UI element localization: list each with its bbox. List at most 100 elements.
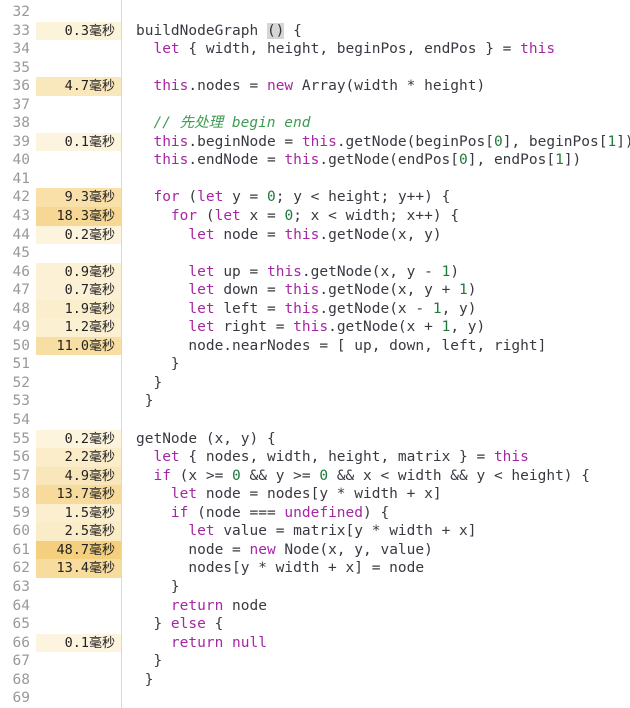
- code-line[interactable]: let value = matrix[y * width + x]: [136, 522, 630, 541]
- code-line[interactable]: [136, 244, 630, 263]
- line-number: 63: [12, 578, 30, 595]
- code-token-kw: let: [153, 449, 180, 466]
- code-line[interactable]: if (node === undefined) {: [136, 504, 630, 523]
- code-line[interactable]: let up = this.getNode(x, y - 1): [136, 263, 630, 282]
- code-line[interactable]: node.nearNodes = [ up, down, left, right…: [136, 337, 630, 356]
- code-line[interactable]: }: [136, 355, 630, 374]
- code-line[interactable]: getNode (x, y) {: [136, 430, 630, 449]
- line-number: 47: [12, 282, 30, 299]
- code-token-kw: new: [249, 541, 276, 558]
- code-line[interactable]: node = new Node(x, y, value): [136, 541, 630, 560]
- line-number: 45: [12, 245, 30, 262]
- code-line[interactable]: [136, 3, 630, 22]
- code-token-kw: this: [284, 226, 320, 243]
- timing-value: 13.4: [56, 560, 89, 577]
- line-timing: 0.2毫秒: [36, 429, 121, 449]
- line-number: 40: [12, 152, 30, 169]
- line-number: 58: [12, 486, 30, 503]
- code-line[interactable]: return node: [136, 597, 630, 616]
- code-token-kw: this: [284, 300, 320, 317]
- code-line[interactable]: let { width, height, beginPos, endPos } …: [136, 40, 630, 59]
- code-token-plain: node = nodes[y * width + x]: [197, 486, 442, 503]
- code-line[interactable]: let { nodes, width, height, matrix } = t…: [136, 448, 630, 467]
- code-token-kw: this: [520, 41, 556, 58]
- code-token-plain: ) {: [363, 504, 390, 521]
- code-token-plain: }: [136, 356, 180, 373]
- code-token-plain: {: [284, 22, 302, 39]
- code-token-plain: .nodes =: [188, 78, 267, 95]
- line-number: 50: [12, 337, 30, 354]
- gutter-row: 60 2.5毫秒: [0, 522, 121, 541]
- code-pane[interactable]: buildNodeGraph () { let { width, height,…: [122, 0, 630, 708]
- code-line[interactable]: }: [136, 374, 630, 393]
- code-line[interactable]: let node = this.getNode(x, y): [136, 226, 630, 245]
- line-timing: 1.5毫秒: [36, 503, 121, 523]
- code-line[interactable]: [136, 411, 630, 430]
- code-line[interactable]: let left = this.getNode(x - 1, y): [136, 300, 630, 319]
- code-token-kw: let: [188, 300, 215, 317]
- gutter-row: 65: [0, 615, 121, 634]
- code-token-plain: nodes[y * width + x] = node: [136, 560, 425, 577]
- gutter-row: 49 1.2毫秒: [0, 318, 121, 337]
- gutter-row: 35: [0, 59, 121, 78]
- code-line[interactable]: buildNodeGraph () {: [136, 22, 630, 41]
- code-line[interactable]: // 先处理 begin end: [136, 114, 630, 133]
- code-token-plain: }: [136, 578, 180, 595]
- code-line[interactable]: for (let y = 0; y < height; y++) {: [136, 188, 630, 207]
- code-line[interactable]: let node = nodes[y * width + x]: [136, 485, 630, 504]
- gutter-row: 67: [0, 652, 121, 671]
- code-token-plain: { width, height, beginPos, endPos } =: [179, 41, 521, 58]
- code-line[interactable]: return null: [136, 634, 630, 653]
- code-token-num: 0: [232, 467, 241, 484]
- line-timing: [36, 96, 121, 115]
- code-line[interactable]: for (let x = 0; x < width; x++) {: [136, 207, 630, 226]
- code-line[interactable]: let right = this.getNode(x + 1, y): [136, 318, 630, 337]
- code-line[interactable]: [136, 96, 630, 115]
- code-line[interactable]: }: [136, 392, 630, 411]
- code-token-plain: , y): [441, 300, 477, 317]
- line-timing: 0.1毫秒: [36, 633, 121, 653]
- code-token-plain: x =: [240, 208, 285, 225]
- line-timing: 0.9毫秒: [36, 262, 121, 282]
- code-line[interactable]: [136, 689, 630, 708]
- code-line[interactable]: this.endNode = this.getNode(endPos[0], e…: [136, 151, 630, 170]
- code-line[interactable]: } else {: [136, 615, 630, 634]
- line-number: 54: [12, 412, 30, 429]
- line-timing: [36, 170, 121, 189]
- code-line[interactable]: [136, 59, 630, 78]
- gutter-row: 42 9.3毫秒: [0, 188, 121, 208]
- code-token-plain: getNode (x, y) {: [136, 430, 276, 447]
- gutter-row: 64: [0, 597, 121, 616]
- gutter-row: 57 4.9毫秒: [0, 466, 121, 486]
- code-token-kw: undefined: [284, 504, 363, 521]
- timing-unit: 毫秒: [88, 431, 115, 447]
- timing-unit: 毫秒: [88, 227, 115, 243]
- timing-value: 0.2: [64, 430, 89, 447]
- gutter-row: 62 13.4毫秒: [0, 559, 121, 578]
- gutter-row: 38: [0, 114, 121, 133]
- code-line[interactable]: let down = this.getNode(x, y + 1): [136, 281, 630, 300]
- code-line[interactable]: }: [136, 671, 630, 690]
- line-timing: 9.3毫秒: [36, 188, 121, 208]
- code-line[interactable]: this.beginNode = this.getNode(beginPos[0…: [136, 133, 630, 152]
- code-line[interactable]: nodes[y * width + x] = node: [136, 559, 630, 578]
- code-line[interactable]: if (x >= 0 && y >= 0 && x < width && y <…: [136, 467, 630, 486]
- line-number: 38: [12, 115, 30, 132]
- line-timing: 4.7毫秒: [36, 77, 121, 96]
- line-timing: [36, 615, 121, 634]
- code-token-plain: node =: [136, 541, 250, 558]
- code-line[interactable]: }: [136, 578, 630, 597]
- code-line[interactable]: [136, 170, 630, 189]
- code-line[interactable]: }: [136, 652, 630, 671]
- line-number: 36: [12, 78, 30, 95]
- timing-value: 0.9: [64, 263, 89, 280]
- gutter-row: 48 1.9毫秒: [0, 299, 121, 319]
- code-token-num: 0: [493, 133, 503, 150]
- code-token-plain: }: [136, 393, 154, 410]
- code-token-plain: }: [136, 653, 163, 670]
- code-line[interactable]: this.nodes = new Array(width * height): [136, 77, 630, 96]
- line-number: 49: [12, 319, 30, 336]
